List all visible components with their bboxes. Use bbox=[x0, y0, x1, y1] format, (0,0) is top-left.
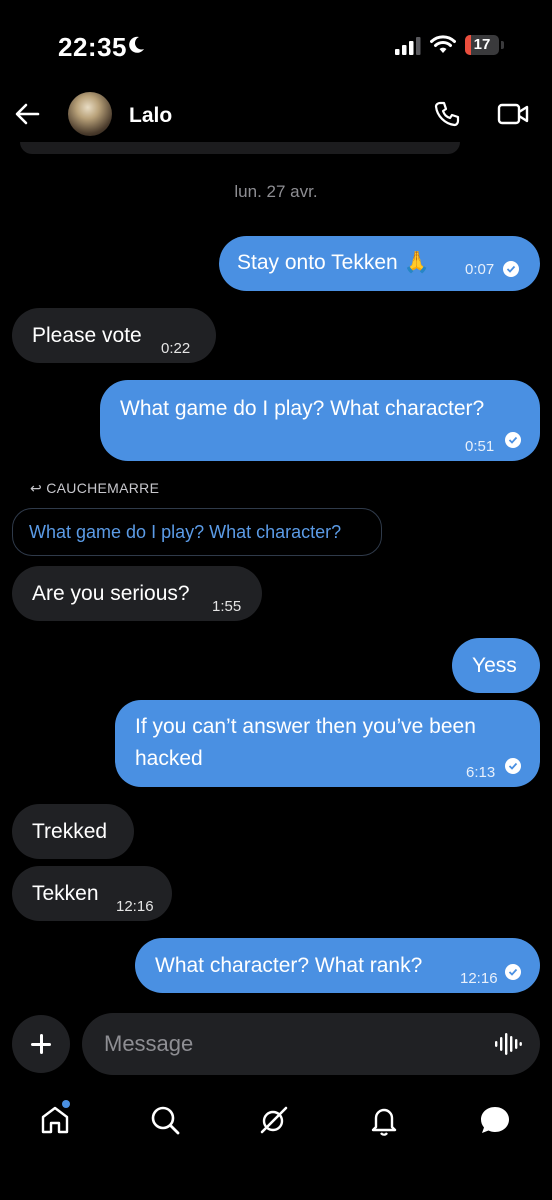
home-icon[interactable] bbox=[38, 1103, 72, 1137]
read-receipt-icon bbox=[503, 261, 519, 277]
date-separator: lun. 27 avr. bbox=[234, 182, 318, 201]
avatar[interactable] bbox=[68, 92, 112, 136]
message-text: Trekked bbox=[32, 820, 108, 843]
message-text: Stay onto Tekken 🙏 bbox=[237, 251, 430, 274]
message-time: 0:51 bbox=[465, 438, 495, 455]
message-text: Please vote bbox=[32, 324, 142, 347]
bottom-nav bbox=[0, 1095, 552, 1145]
message-bubble-outgoing[interactable]: What game do I play? What character? 0:5… bbox=[100, 380, 540, 461]
add-attachment-button[interactable] bbox=[12, 1015, 70, 1073]
read-receipt-icon bbox=[505, 758, 521, 774]
message-text: If you can’t answer then you’ve been hac… bbox=[135, 715, 476, 770]
message-time: 12:16 bbox=[116, 898, 154, 915]
message-bubble-outgoing[interactable]: If you can’t answer then you’ve been hac… bbox=[115, 700, 540, 787]
message-time: 1:55 bbox=[212, 598, 242, 615]
video-icon[interactable] bbox=[497, 102, 529, 126]
contact-name[interactable]: Lalo bbox=[129, 104, 172, 128]
battery-indicator: 17 bbox=[465, 35, 505, 55]
clock: 22:35 bbox=[58, 32, 127, 62]
message-bubble-incoming[interactable]: Trekked bbox=[12, 804, 134, 859]
chat-header: Lalo bbox=[0, 90, 552, 146]
signal-icon bbox=[395, 37, 421, 55]
message-time: 0:07 bbox=[465, 261, 495, 278]
message-bubble-incoming[interactable]: Tekken 12:16 bbox=[12, 866, 172, 921]
message-text: What character? What rank? bbox=[155, 954, 423, 977]
message-composer bbox=[82, 1013, 540, 1075]
reply-arrow-icon: ↩ bbox=[30, 480, 47, 496]
read-receipt-icon bbox=[505, 964, 521, 980]
wifi-icon bbox=[430, 35, 456, 53]
pinned-edge bbox=[20, 142, 460, 154]
voice-message-icon[interactable] bbox=[494, 1032, 522, 1056]
message-bubble-outgoing[interactable]: Yess bbox=[452, 638, 540, 693]
message-bubble-outgoing[interactable]: What character? What rank? 12:16 bbox=[135, 938, 540, 993]
notifications-icon[interactable] bbox=[367, 1103, 401, 1137]
message-text: What game do I play? What character? bbox=[120, 397, 485, 420]
battery-percent: 17 bbox=[473, 36, 491, 53]
phone-icon[interactable] bbox=[433, 100, 461, 128]
message-text: Are you serious? bbox=[32, 582, 190, 605]
message-bubble-incoming[interactable]: Are you serious? 1:55 bbox=[12, 566, 262, 621]
arrow-left-icon[interactable] bbox=[14, 100, 42, 128]
moon-icon bbox=[129, 36, 144, 53]
status-bar: 22:35 17 bbox=[0, 0, 552, 90]
notification-dot bbox=[62, 1100, 70, 1108]
message-time: 12:16 bbox=[460, 970, 498, 987]
home-indicator bbox=[188, 1180, 364, 1186]
message-time: 0:22 bbox=[161, 340, 191, 357]
message-bubble-incoming[interactable]: Please vote 0:22 bbox=[12, 308, 216, 363]
messages-icon[interactable] bbox=[478, 1103, 512, 1137]
message-text: Yess bbox=[472, 654, 517, 677]
read-receipt-icon bbox=[505, 432, 521, 448]
grok-icon[interactable] bbox=[257, 1103, 291, 1137]
message-text: Tekken bbox=[32, 882, 99, 905]
search-icon[interactable] bbox=[148, 1103, 182, 1137]
reply-label: ↩ CAUCHEMARRE bbox=[30, 480, 160, 496]
message-time: 6:13 bbox=[466, 764, 496, 781]
reply-quote[interactable]: What game do I play? What character? bbox=[12, 508, 382, 556]
message-bubble-outgoing[interactable]: Stay onto Tekken 🙏 0:07 bbox=[219, 236, 540, 291]
message-input[interactable] bbox=[104, 1013, 484, 1075]
